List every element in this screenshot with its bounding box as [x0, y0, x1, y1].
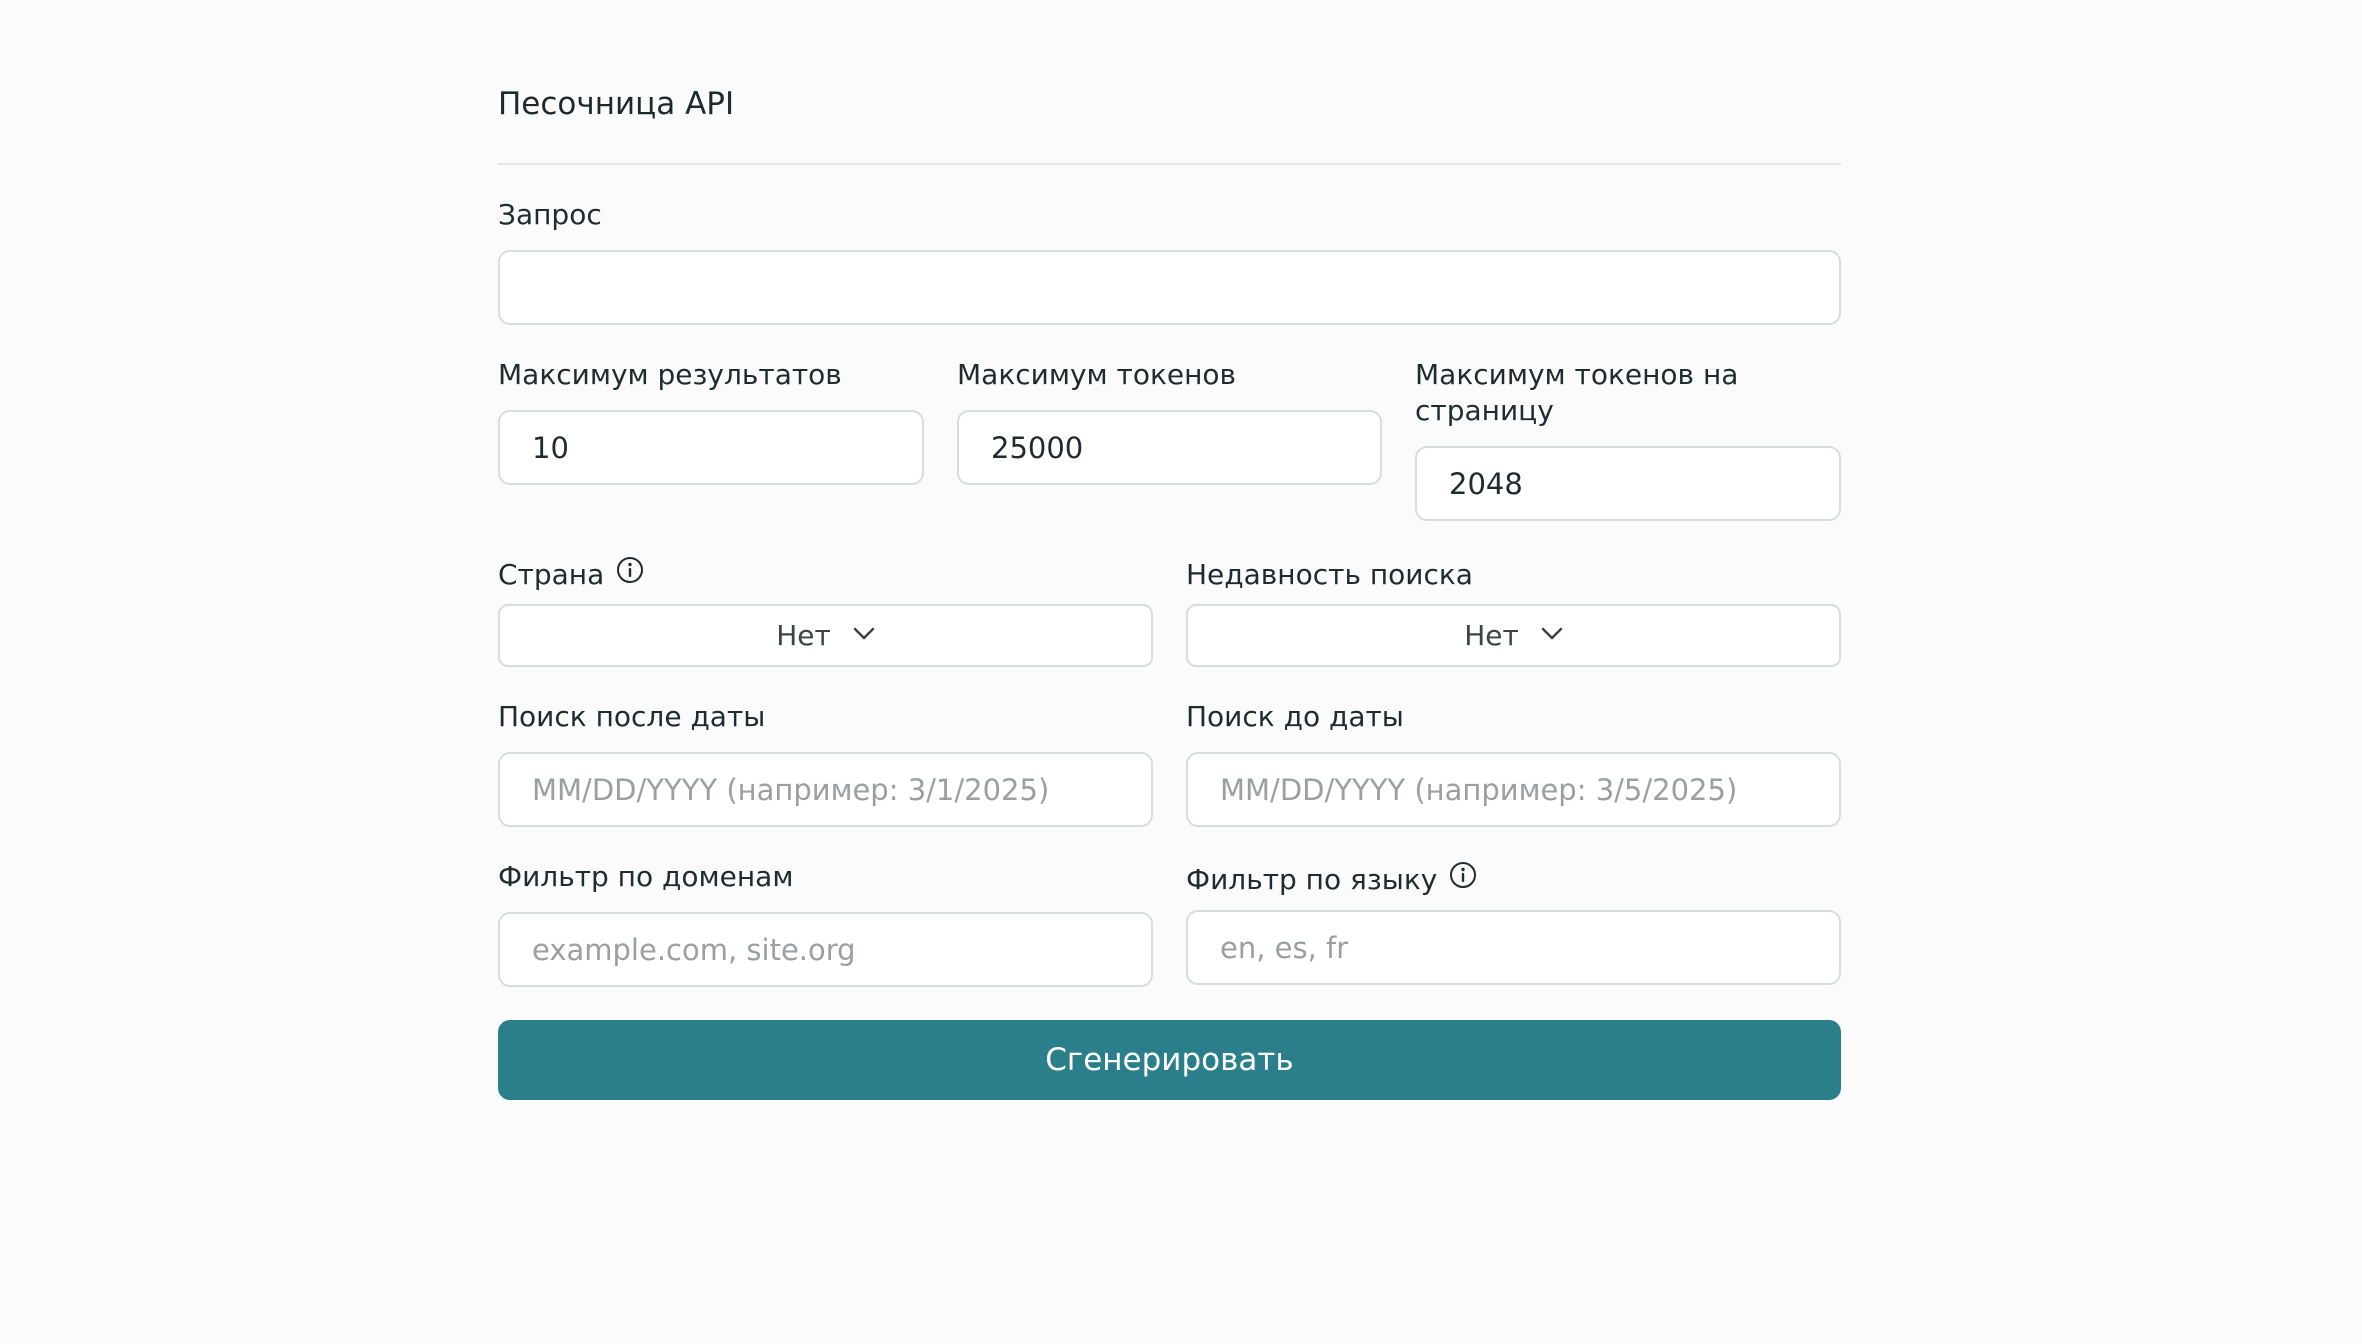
chevron-down-icon: [1541, 626, 1563, 645]
chevron-down-icon: [853, 626, 875, 645]
query-input[interactable]: [498, 250, 1841, 325]
country-select[interactable]: Нет: [498, 604, 1153, 667]
page-title: Песочница API: [498, 86, 735, 122]
language-filter-input[interactable]: [1186, 910, 1841, 985]
domain-filter-label: Фильтр по доменам: [498, 860, 794, 893]
domain-filter-input[interactable]: [498, 912, 1153, 987]
max-tokens-label: Максимум токенов: [957, 358, 1237, 391]
max-tokens-per-page-input[interactable]: [1415, 446, 1841, 521]
language-filter-label: Фильтр по языку: [1186, 863, 1438, 896]
country-selected-value: Нет: [776, 619, 831, 652]
api-sandbox-panel: Песочница API Запрос Максимум результато…: [498, 0, 1841, 1344]
language-filter-label-row: Фильтр по языку: [1186, 861, 1477, 898]
search-after-date-label: Поиск после даты: [498, 700, 766, 733]
search-before-date-label: Поиск до даты: [1186, 700, 1404, 733]
info-icon[interactable]: [1449, 861, 1477, 898]
max-results-input[interactable]: [498, 410, 924, 485]
search-before-date-input[interactable]: [1186, 752, 1841, 827]
generate-button[interactable]: Сгенерировать: [498, 1020, 1841, 1100]
search-after-date-input[interactable]: [498, 752, 1153, 827]
query-label: Запрос: [498, 198, 602, 231]
max-tokens-input[interactable]: [957, 410, 1382, 485]
search-recency-select[interactable]: Нет: [1186, 604, 1841, 667]
header-divider: [498, 163, 1841, 165]
country-label-row: Страна: [498, 556, 644, 593]
search-recency-label: Недавность поиска: [1186, 558, 1473, 591]
max-tokens-per-page-label: Максимум токенов на страницу: [1415, 358, 1739, 427]
country-label: Страна: [498, 558, 605, 591]
max-results-label: Максимум результатов: [498, 358, 842, 391]
search-recency-selected-value: Нет: [1464, 619, 1519, 652]
info-icon[interactable]: [616, 556, 644, 593]
